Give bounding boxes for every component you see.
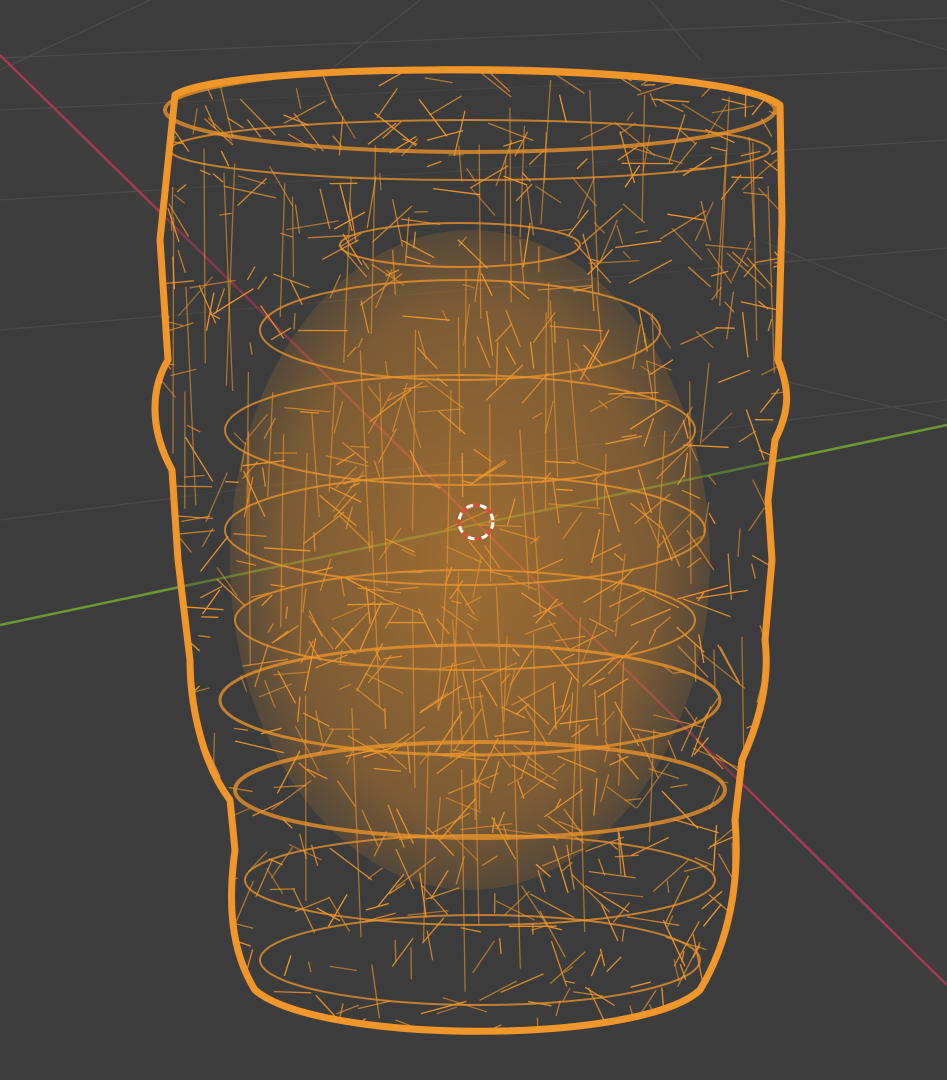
- selected-mesh-object[interactable]: [121, 20, 823, 1080]
- viewport-canvas[interactable]: [0, 0, 947, 1080]
- 3d-viewport[interactable]: [0, 0, 947, 1080]
